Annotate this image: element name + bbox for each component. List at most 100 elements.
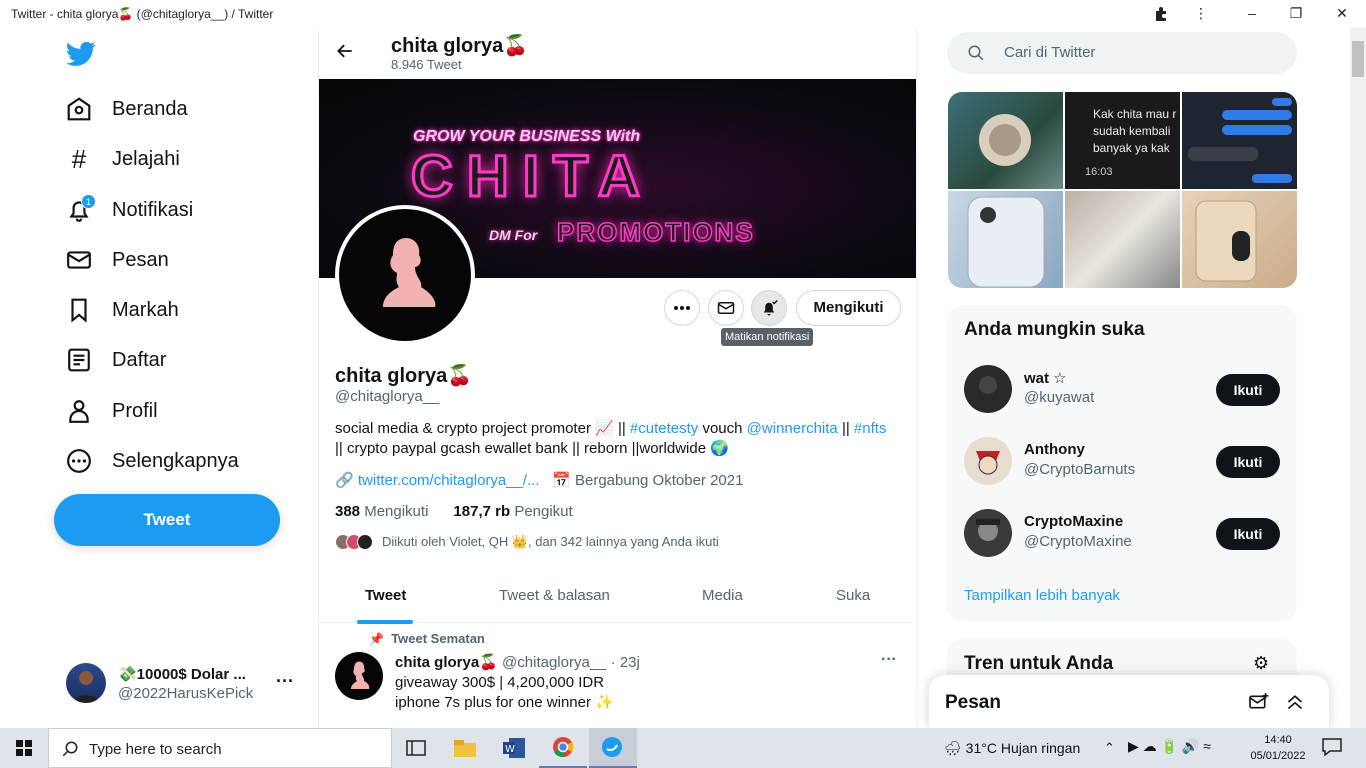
twitter-logo-icon[interactable]: [66, 41, 96, 67]
more-circle-icon: [54, 446, 104, 476]
tab-tweets[interactable]: Tweet: [365, 587, 406, 604]
media-thumbnail[interactable]: [1182, 191, 1297, 288]
tweet-author-name[interactable]: chita glorya🍒: [395, 654, 498, 671]
avatar: [964, 365, 1012, 413]
following-button[interactable]: Mengikuti: [796, 290, 901, 326]
hashtag-link[interactable]: #nfts: [854, 420, 887, 437]
profile-avatar[interactable]: [335, 205, 475, 345]
search-input[interactable]: Cari di Twitter: [947, 32, 1297, 74]
file-explorer-icon[interactable]: [441, 728, 489, 768]
tab-media[interactable]: Media: [702, 587, 743, 604]
mention-link[interactable]: @winnerchita: [747, 420, 838, 437]
media-thumbnail[interactable]: [1182, 92, 1297, 189]
new-message-icon[interactable]: [1249, 693, 1269, 711]
media-thumbnail[interactable]: [1065, 191, 1180, 288]
nav-profile[interactable]: Profil: [54, 387, 294, 435]
follow-button[interactable]: Ikuti: [1216, 374, 1280, 406]
more-dots-icon[interactable]: ···: [276, 671, 294, 692]
website-link[interactable]: twitter.com/chitaglorya__/...: [358, 472, 540, 489]
search-icon: [968, 45, 984, 61]
follow-stats: 388 Mengikuti 187,7 rb Pengikut: [335, 503, 573, 520]
more-options-button[interactable]: [664, 290, 700, 326]
back-arrow-icon[interactable]: [335, 41, 355, 67]
following-link[interactable]: 388 Mengikuti: [335, 503, 428, 520]
suggestion-item[interactable]: wat ☆ @kuyawat Ikuti: [964, 365, 1282, 415]
chevron-up-icon[interactable]: ⌃: [1104, 740, 1115, 756]
nav-explore[interactable]: # Jelajahi: [54, 135, 294, 183]
banner-text: CHITA: [410, 143, 654, 211]
messages-drawer[interactable]: Pesan: [929, 675, 1329, 728]
suggestion-item[interactable]: Anthony @CryptoBarnuts Ikuti: [964, 437, 1282, 487]
followed-by[interactable]: Diikuti oleh Violet, QH 👑, dan 342 lainn…: [335, 534, 719, 550]
tweet-author-handle[interactable]: @chitaglorya__ · 23j: [502, 654, 640, 671]
nav-more[interactable]: Selengkapnya: [54, 437, 294, 485]
notification-toggle-button[interactable]: [751, 290, 787, 326]
message-button[interactable]: [708, 290, 744, 326]
suggestion-handle: @CryptoBarnuts: [1024, 461, 1136, 478]
avatar[interactable]: [335, 652, 383, 700]
minimize-button[interactable]: –: [1232, 2, 1272, 26]
account-switcher[interactable]: 💸10000$ Dolar ... @2022HarusKePick ···: [66, 663, 306, 705]
card-title: Tren untuk Anda: [964, 653, 1114, 674]
word-icon[interactable]: W: [490, 728, 538, 768]
media-thumbnail[interactable]: Kak chita mau r sudah kembali banyak ya …: [1065, 92, 1180, 189]
avatar: [964, 437, 1012, 485]
avatar: [357, 534, 373, 550]
collapse-chevrons-icon[interactable]: [1285, 693, 1305, 711]
follow-button[interactable]: Ikuti: [1216, 518, 1280, 550]
suggestion-item[interactable]: CryptoMaxine @CryptoMaxine Ikuti: [964, 509, 1282, 559]
profile-name: chita glorya🍒: [335, 365, 473, 387]
search-icon: [62, 741, 78, 757]
tweet-line: giveaway 300$ | 4,200,000 IDR: [395, 674, 605, 691]
avatar: [66, 663, 106, 703]
drawer-title: Pesan: [945, 692, 1001, 713]
nav-messages[interactable]: Pesan: [54, 236, 294, 284]
profile-handle: @chitaglorya__: [335, 388, 440, 405]
nav-notifications[interactable]: 1 Notifikasi: [54, 186, 294, 234]
media-caption: Kak chita mau r sudah kembali banyak ya …: [1093, 107, 1177, 155]
extensions-icon[interactable]: [1141, 2, 1181, 26]
media-thumbnail[interactable]: [948, 92, 1063, 189]
suggestion-name: CryptoMaxine: [1024, 513, 1124, 530]
windows-start-icon[interactable]: [0, 728, 48, 768]
tweet-header: chita glorya🍒 @chitaglorya__ · 23j: [395, 653, 640, 671]
weather-widget[interactable]: 🌧 31°C Hujan ringan: [944, 740, 1080, 757]
followers-link[interactable]: 187,7 rb Pengikut: [453, 503, 572, 520]
chrome-icon[interactable]: [539, 728, 587, 768]
follow-button[interactable]: Ikuti: [1216, 446, 1280, 478]
restore-button[interactable]: ❐: [1276, 2, 1316, 26]
card-title: Anda mungkin suka: [964, 319, 1145, 340]
tweet-more-icon[interactable]: ···: [881, 651, 897, 669]
tab-likes[interactable]: Suka: [836, 587, 870, 604]
close-button[interactable]: ✕: [1322, 2, 1362, 26]
join-date: Bergabung Oktober 2021: [574, 472, 744, 489]
menu-dots-icon[interactable]: ⋮: [1181, 2, 1221, 26]
media-grid[interactable]: Kak chita mau r sudah kembali banyak ya …: [948, 92, 1297, 288]
show-more-link[interactable]: Tampilkan lebih banyak: [964, 587, 1120, 604]
media-thumbnail[interactable]: [948, 191, 1063, 288]
page-title: chita glorya🍒: [391, 35, 529, 57]
nav-bookmarks[interactable]: Markah: [54, 286, 294, 334]
tray-icons[interactable]: ▶ ☁ 🔋 🔊 ≈: [1128, 738, 1211, 755]
bell-icon: 1: [54, 194, 104, 225]
page-scrollbar[interactable]: [1350, 27, 1366, 728]
gear-icon[interactable]: ⚙: [1253, 653, 1269, 674]
notifications-center-icon[interactable]: [1322, 738, 1342, 761]
tweet-count: 8.946 Tweet: [391, 57, 462, 72]
pinned-label: 📌 Tweet Sematan: [369, 631, 485, 646]
hashtag-link[interactable]: #cutetesty: [630, 420, 698, 437]
nav-lists[interactable]: Daftar: [54, 336, 294, 384]
clock[interactable]: 14:40 05/01/2022: [1248, 732, 1308, 764]
nav-home[interactable]: Beranda: [54, 85, 294, 133]
scrollbar-thumb[interactable]: [1352, 41, 1364, 77]
bio-text: ||: [837, 420, 854, 437]
tab-replies[interactable]: Tweet & balasan: [499, 587, 610, 604]
search-placeholder: Cari di Twitter: [1004, 44, 1096, 61]
suggestion-name: wat ☆: [1024, 370, 1067, 387]
nav-label: Beranda: [112, 97, 188, 120]
twitter-app-icon[interactable]: [589, 728, 637, 768]
taskbar-search-input[interactable]: Type here to search: [48, 728, 392, 768]
tweet-button[interactable]: Tweet: [54, 494, 280, 546]
task-view-icon[interactable]: [392, 728, 440, 768]
nav-label: Profil: [112, 399, 158, 422]
